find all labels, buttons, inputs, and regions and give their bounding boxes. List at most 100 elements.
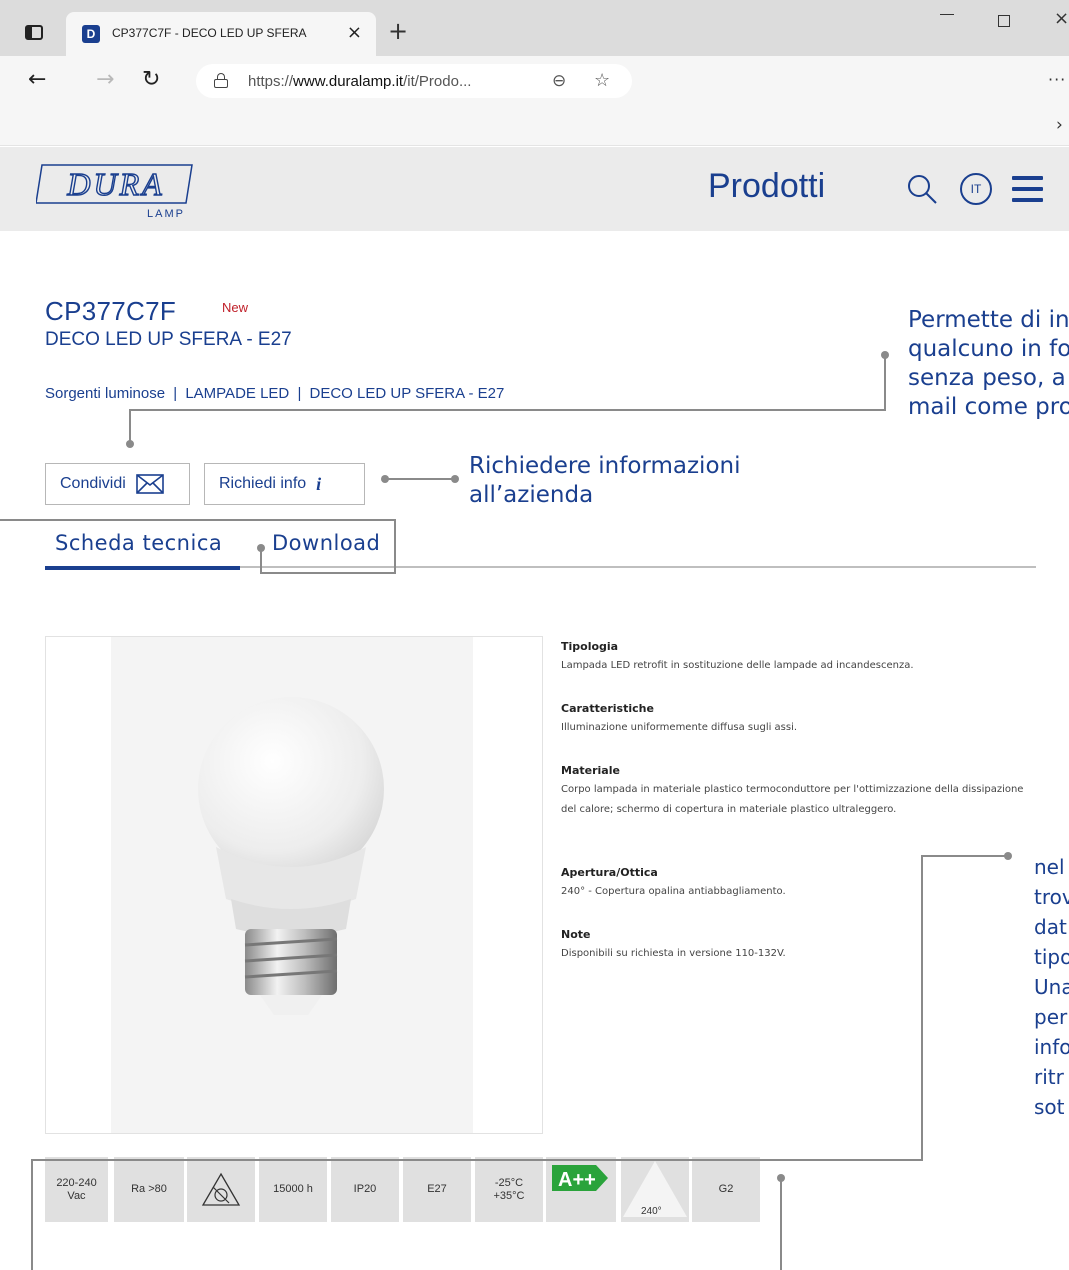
browser-toolbar: ← → ↻ https://www.duralamp.it/it/Prodo..…: [0, 56, 1069, 106]
spec-tipologia: Tipologia Lampada LED retrofit in sostit…: [561, 640, 1031, 676]
spec-title: Caratteristiche: [561, 702, 654, 715]
annotation-tech-sheet-line: Una: [1034, 975, 1069, 999]
logo-bottom-text: LAMP: [147, 208, 185, 219]
spec-title: Tipologia: [561, 640, 619, 653]
annotation-request-info-line: Richiedere informazioni: [469, 453, 741, 479]
feature-risk-group: G2: [692, 1157, 760, 1222]
share-label: Condividi: [60, 475, 126, 492]
feature-no-dimmer: [187, 1157, 255, 1222]
tab-actions-icon[interactable]: [22, 22, 46, 42]
browser-tab-strip: D CP377C7F - DECO LED UP SFERA × + ×: [0, 0, 1069, 56]
envelope-icon: [136, 474, 164, 494]
feature-lifetime: 15000 h: [259, 1157, 327, 1222]
new-tab-button[interactable]: +: [388, 19, 408, 43]
dura-lamp-logo[interactable]: DURA LAMP: [36, 157, 202, 219]
language-selector-icon[interactable]: IT: [960, 173, 992, 205]
breadcrumb-separator: |: [173, 385, 178, 402]
annotation-share-line: Permette di in: [908, 307, 1069, 333]
spec-note: Note Disponibili su richiesta in version…: [561, 928, 1031, 964]
spec-apertura-ottica: Apertura/Ottica 240° - Copertura opalina…: [561, 866, 1031, 902]
product-image[interactable]: [45, 636, 543, 1134]
hamburger-menu-icon[interactable]: [1012, 176, 1043, 202]
forward-arrow-icon[interactable]: →: [96, 68, 114, 92]
spec-caratteristiche: Caratteristiche Illuminazione uniformeme…: [561, 702, 1031, 738]
feature-voltage-text: 220-240 Vac: [56, 1176, 97, 1202]
lock-icon[interactable]: [214, 73, 228, 88]
spec-materiale: Materiale Corpo lampada in materiale pla…: [561, 764, 1031, 820]
new-badge: New: [222, 300, 249, 315]
address-bar[interactable]: https://www.duralamp.it/it/Prodo... ⊖ ☆: [196, 64, 632, 98]
feature-ra: Ra >80: [114, 1157, 184, 1222]
tab-scheda-tecnica[interactable]: Scheda tecnica: [55, 531, 222, 555]
annotation-share-line: senza peso, a: [908, 365, 1066, 391]
window-maximize-icon[interactable]: [998, 15, 1010, 27]
energy-class-icon: A++: [552, 1164, 608, 1191]
window-minimize-icon[interactable]: [940, 14, 954, 15]
spec-text: Disponibili su richiesta in versione 110…: [561, 948, 786, 959]
annotation-tech-sheet-line: info: [1034, 1035, 1069, 1059]
url-prefix: https://: [248, 73, 294, 90]
feature-beam-angle: 240°: [621, 1157, 689, 1222]
feature-voltage: 220-240 Vac: [45, 1157, 108, 1222]
tab-active-indicator: [45, 566, 240, 570]
product-name: DECO LED UP SFERA - E27: [45, 329, 292, 350]
site-header: DURA LAMP Prodotti IT: [0, 147, 1069, 231]
no-dimmer-icon: [201, 1172, 241, 1206]
feature-energy-class: A++: [546, 1157, 616, 1222]
url-text[interactable]: https://www.duralamp.it/it/Prodo...: [248, 73, 471, 90]
feature-socket-text: E27: [427, 1183, 447, 1195]
zoom-out-icon[interactable]: ⊖: [552, 71, 566, 91]
feature-ip-text: IP20: [353, 1183, 377, 1195]
favorites-chevron-icon[interactable]: ›: [1056, 115, 1063, 135]
spec-text: Lampada LED retrofit in sostituzione del…: [561, 660, 914, 671]
logo-top-text: DURA: [66, 166, 164, 202]
feature-temp-text: -25°C +35°C: [493, 1176, 525, 1202]
annotation-tech-sheet-line: tipo: [1034, 945, 1069, 969]
browser-tab[interactable]: D CP377C7F - DECO LED UP SFERA ×: [66, 12, 376, 56]
breadcrumb-separator: |: [297, 385, 302, 402]
feature-ip: IP20: [331, 1157, 399, 1222]
breadcrumb-item[interactable]: Sorgenti luminose: [45, 385, 165, 402]
spec-text: Corpo lampada in materiale plastico term…: [561, 784, 1024, 815]
annotation-tech-sheet-line: ritr: [1034, 1065, 1064, 1089]
annotation-tech-sheet-line: sot: [1034, 1095, 1065, 1119]
favorites-bar: ›: [0, 106, 1069, 146]
feature-risk-group-text: G2: [718, 1183, 734, 1195]
request-info-button[interactable]: Richiedi info i: [204, 463, 365, 505]
spec-text: 240° - Copertura opalina antiabbagliamen…: [561, 886, 786, 897]
request-info-label: Richiedi info: [219, 475, 307, 492]
product-code: CP377C7F: [45, 296, 177, 326]
feature-temp: -25°C +35°C: [475, 1157, 543, 1222]
breadcrumb-item[interactable]: DECO LED UP SFERA - E27: [310, 385, 505, 402]
breadcrumb-item[interactable]: LAMPADE LED: [185, 385, 289, 402]
annotation-request-info: Richiedere informazioni all’azienda: [469, 452, 741, 510]
feature-socket: E27: [403, 1157, 471, 1222]
tab-download[interactable]: Download: [272, 531, 380, 555]
feature-lifetime-text: 15000 h: [273, 1183, 313, 1195]
spec-title: Materiale: [561, 764, 620, 777]
reload-icon[interactable]: ↻: [142, 68, 160, 92]
annotation-share-line: mail come pro: [908, 394, 1069, 420]
spec-title: Note: [561, 928, 591, 941]
add-favorite-icon[interactable]: ☆: [594, 70, 610, 91]
annotation-tech-sheet-line: trov: [1034, 885, 1069, 909]
info-icon: i: [316, 473, 322, 494]
search-icon[interactable]: [906, 173, 942, 207]
window-close-icon[interactable]: ×: [1054, 8, 1069, 29]
more-menu-icon[interactable]: ···: [1048, 70, 1066, 89]
url-path: /it/Prodo...: [403, 73, 472, 90]
annotation-share: Permette di in qualcuno in fo senza peso…: [908, 306, 1069, 422]
annotation-tech-sheet-line: dat: [1034, 915, 1067, 939]
spec-title: Apertura/Ottica: [561, 866, 658, 879]
beam-angle-text: 240°: [641, 1206, 662, 1217]
annotation-tech-sheet-line: per: [1034, 1005, 1068, 1029]
back-arrow-icon[interactable]: ←: [28, 68, 46, 92]
site-favicon-icon: D: [82, 25, 100, 43]
annotation-tech-sheet-line: nel: [1034, 855, 1065, 879]
share-button[interactable]: Condividi: [45, 463, 190, 505]
url-domain: www.duralamp.it: [293, 73, 404, 90]
nav-products-link[interactable]: Prodotti: [708, 167, 825, 206]
spec-text: Illuminazione uniformemente diffusa sugl…: [561, 722, 798, 733]
tab-close-icon[interactable]: ×: [347, 22, 362, 43]
tab-title: CP377C7F - DECO LED UP SFERA: [112, 26, 307, 40]
